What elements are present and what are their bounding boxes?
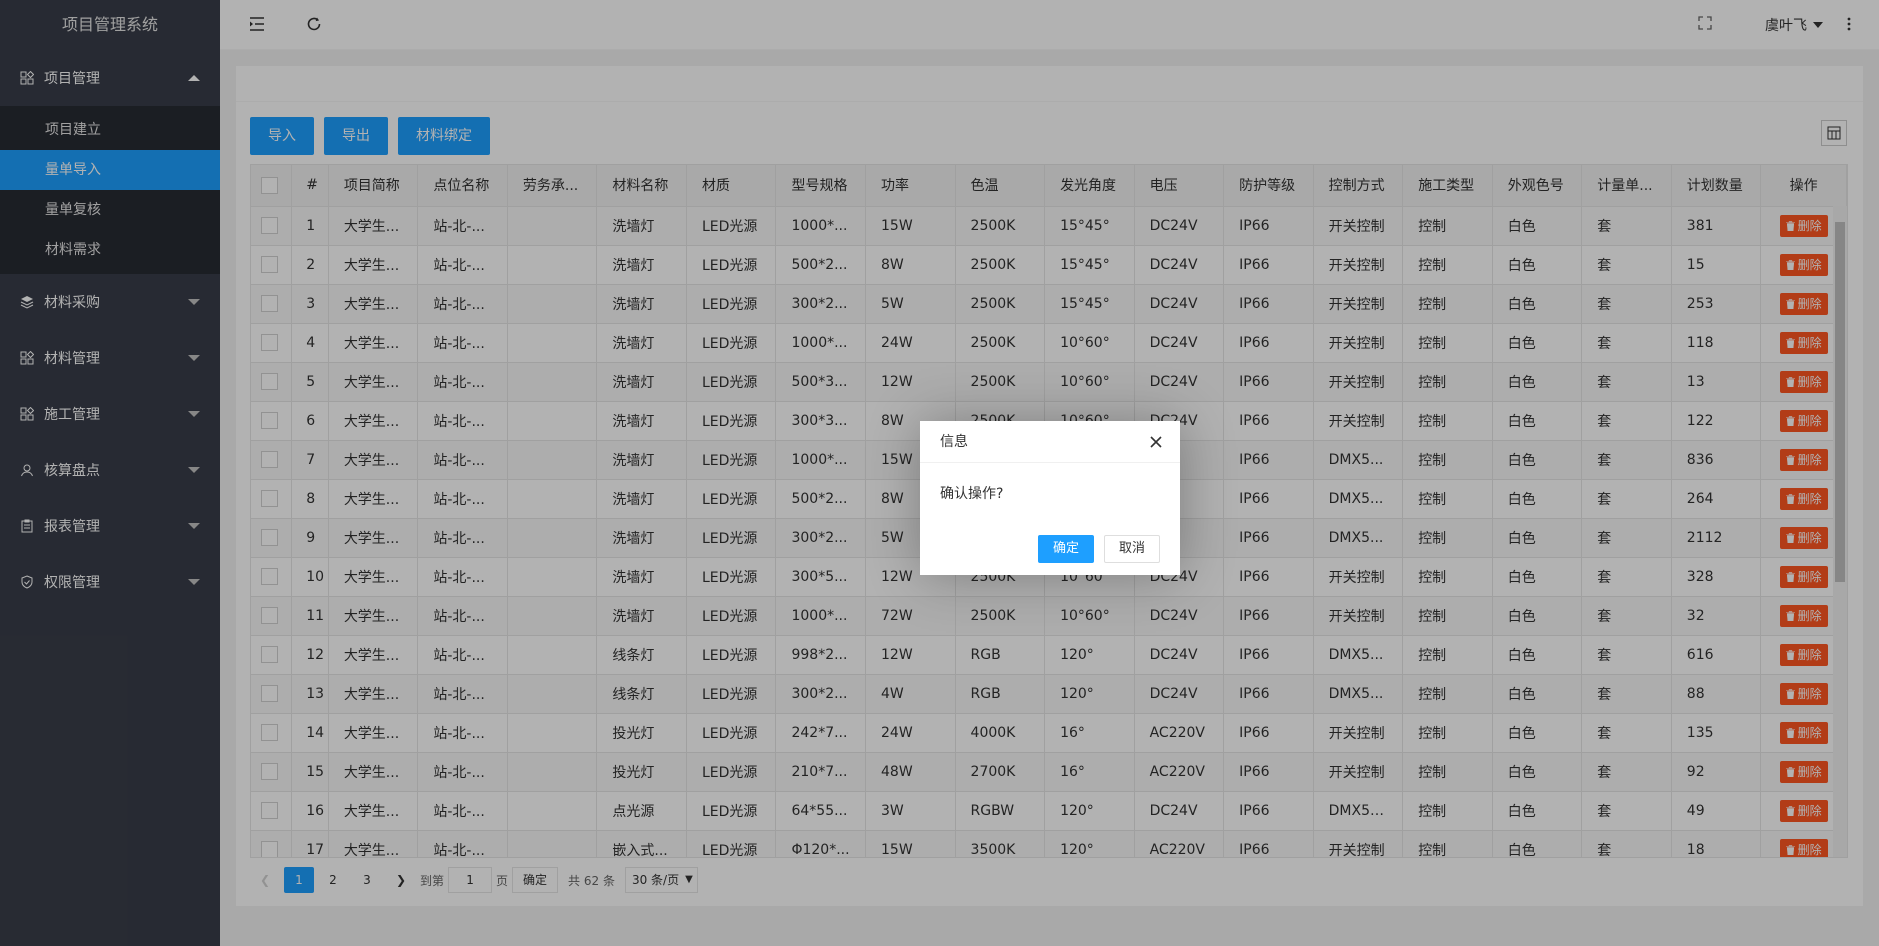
dialog-cancel-button[interactable]: 取消 bbox=[1103, 535, 1160, 563]
dialog-title: 信息 bbox=[920, 421, 1180, 463]
confirm-dialog: 信息 确认操作? 确定 取消 bbox=[920, 421, 1180, 575]
dialog-buttons: 确定 取消 bbox=[1037, 535, 1160, 563]
dialog-ok-button[interactable]: 确定 bbox=[1037, 535, 1094, 563]
close-icon[interactable] bbox=[1148, 434, 1164, 450]
dialog-message: 确认操作? bbox=[940, 486, 1004, 502]
